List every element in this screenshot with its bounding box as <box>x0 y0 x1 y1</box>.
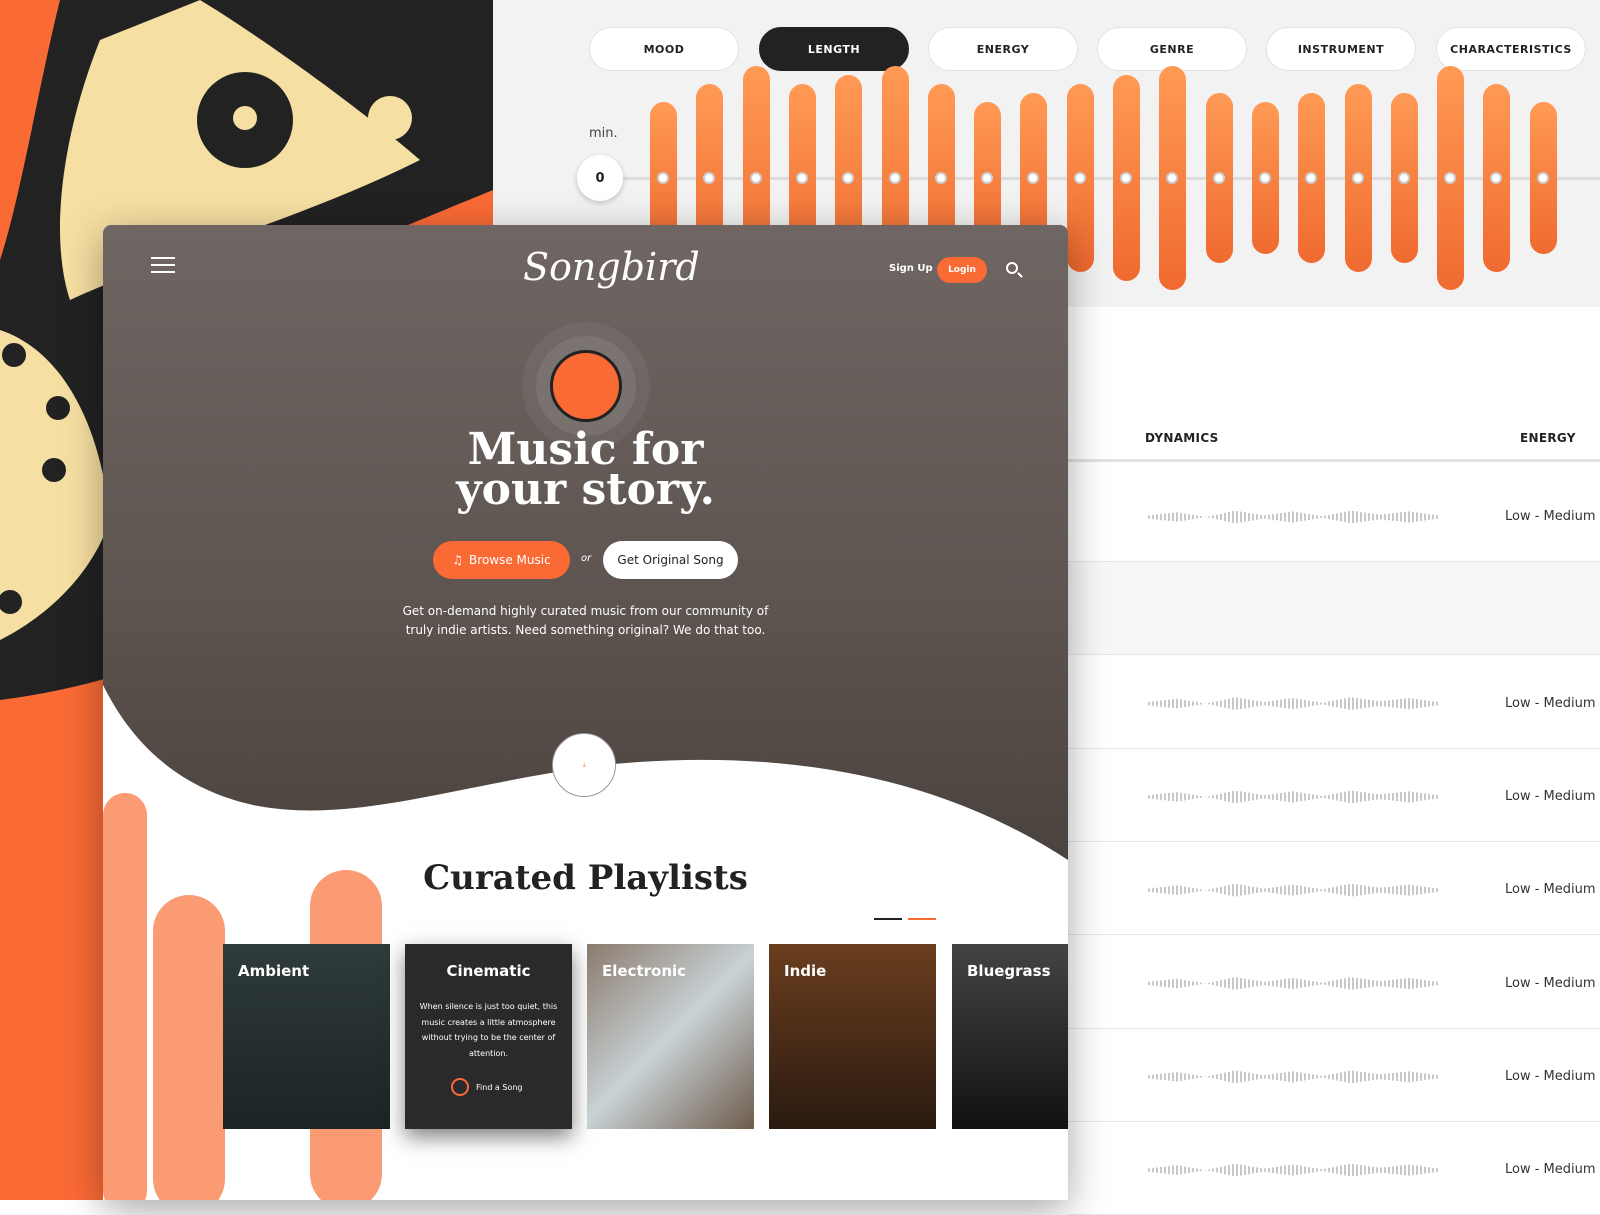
energy-cell: Low - Medium <box>1505 788 1596 804</box>
slider-handle[interactable] <box>657 172 669 184</box>
waveform[interactable] <box>1148 977 1438 990</box>
slider-handle[interactable] <box>1073 172 1086 184</box>
login-button[interactable]: Login <box>937 257 987 283</box>
tab-characteristics[interactable]: CHARACTERISTICS <box>1436 27 1586 71</box>
playlist-card-ambient[interactable]: Ambient <box>223 944 390 1129</box>
playlist-card-electronic[interactable]: Electronic <box>587 944 754 1129</box>
slider-handle[interactable] <box>749 172 762 184</box>
hero-title: Music for your story. <box>103 428 1068 515</box>
slider-handle[interactable] <box>888 172 901 184</box>
tab-instrument[interactable]: INSTRUMENT <box>1266 27 1416 71</box>
playlist-name: Indie <box>784 962 827 980</box>
tab-energy[interactable]: ENERGY <box>928 27 1078 71</box>
slider-handle[interactable] <box>1120 172 1132 184</box>
header-divider <box>1068 459 1600 462</box>
energy-cell: Low - Medium <box>1505 975 1596 991</box>
playlist-name: Cinematic <box>446 962 531 980</box>
tab-genre[interactable]: GENRE <box>1097 27 1247 71</box>
tab-mood[interactable]: MOOD <box>589 27 739 71</box>
energy-cell: Low - Medium <box>1505 1162 1596 1178</box>
energy-cell: Low - Medium <box>1505 882 1596 898</box>
slider-handle[interactable] <box>1351 172 1364 184</box>
find-a-song-link[interactable]: Find a Song <box>451 1078 523 1096</box>
slider-handle[interactable] <box>934 172 947 184</box>
playlist-card-indie[interactable]: Indie <box>769 944 936 1129</box>
table-row[interactable]: Low - Medium <box>1068 842 1600 936</box>
min-label: min. <box>589 126 618 141</box>
table-row[interactable]: Low - Medium <box>1068 936 1600 1029</box>
slider-handle[interactable] <box>1258 172 1271 184</box>
table-row[interactable]: Low - Medium <box>1068 1029 1600 1122</box>
waveform[interactable] <box>1148 790 1438 804</box>
next-arrow-icon[interactable] <box>908 918 936 920</box>
prev-arrow-icon[interactable] <box>874 918 902 920</box>
table-row[interactable] <box>1068 562 1600 656</box>
energy-cell: Low - Medium <box>1505 509 1596 524</box>
find-a-song-label: Find a Song <box>476 1082 523 1092</box>
hero-description: Get on-demand highly curated music from … <box>402 604 769 637</box>
decorative-photo-pill <box>153 895 225 1200</box>
playlist-card-cinematic[interactable]: Cinematic When silence is just too quiet… <box>405 944 572 1129</box>
energy-cell: Low - Medium <box>1505 695 1596 711</box>
playlist-name: Ambient <box>238 962 310 980</box>
slider-handle[interactable] <box>1397 172 1410 184</box>
waveform[interactable] <box>1148 883 1438 897</box>
decorative-photo-pill <box>103 793 147 1200</box>
slider-handle[interactable] <box>981 172 994 184</box>
energy-cell: Low - Medium <box>1505 1068 1596 1084</box>
play-icon <box>451 1078 469 1096</box>
column-header-energy[interactable]: ENERGY <box>1520 431 1576 445</box>
music-note-icon: ♫ <box>452 553 464 567</box>
songbird-seal: ↓ <box>552 733 616 797</box>
hero-title-line-2: your story. <box>456 464 715 515</box>
playlists-title: Curated Playlists <box>423 858 748 898</box>
waveform[interactable] <box>1148 1070 1438 1084</box>
sign-up-link[interactable]: Sign Up <box>889 263 933 274</box>
songbird-logo[interactable]: Songbird <box>523 245 700 289</box>
playlist-description: When silence is just too quiet, this mus… <box>419 1002 558 1058</box>
songbird-homepage: Songbird Sign Up Login Music for your sto… <box>103 225 1068 1200</box>
playlist-name: Bluegrass <box>967 962 1051 980</box>
slider-handle[interactable] <box>795 172 808 184</box>
table-row[interactable]: Low - Medium <box>1068 656 1600 749</box>
slider-handle[interactable] <box>1444 172 1457 184</box>
playlist-card-bluegrass[interactable]: Bluegrass <box>952 944 1068 1129</box>
table-row[interactable]: Low - Medium <box>1068 1122 1600 1215</box>
length-slider-knob[interactable]: 0 <box>577 155 623 201</box>
browse-music-button[interactable]: ♫ Browse Music <box>433 541 570 579</box>
or-label: or <box>581 553 592 564</box>
browse-music-label: Browse Music <box>469 553 551 567</box>
songs-table: DYNAMICS ENERGY Low - Medium Low - Medium… <box>1068 307 1600 1215</box>
slider-handle[interactable] <box>1212 172 1225 184</box>
search-icon[interactable] <box>1006 262 1018 274</box>
table-row[interactable]: Low - Medium <box>1068 469 1600 562</box>
waveform[interactable] <box>1148 1163 1438 1177</box>
bird-badge-icon <box>550 350 622 422</box>
menu-icon[interactable] <box>151 257 175 273</box>
tab-length[interactable]: LENGTH <box>759 27 909 71</box>
table-row[interactable]: Low - Medium <box>1068 749 1600 842</box>
slider-handle[interactable] <box>1536 172 1549 184</box>
get-original-song-button[interactable]: Get Original Song <box>603 541 738 579</box>
column-header-dynamics[interactable]: DYNAMICS <box>1145 431 1219 445</box>
playlist-name: Electronic <box>602 962 687 980</box>
waveform[interactable] <box>1148 510 1438 524</box>
waveform[interactable] <box>1148 697 1438 710</box>
